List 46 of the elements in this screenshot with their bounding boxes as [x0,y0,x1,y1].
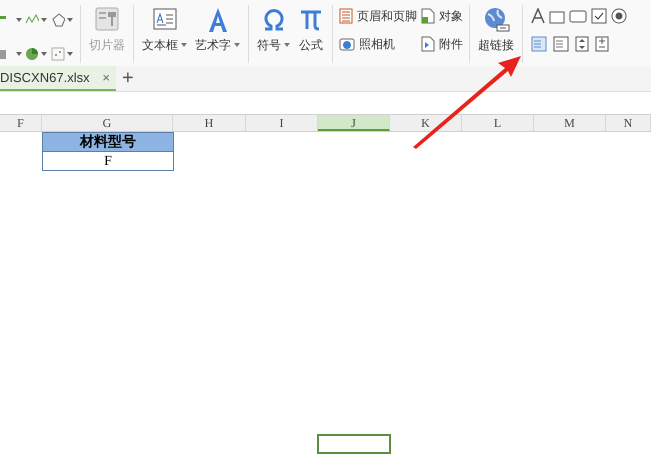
scrollbar-control-icon[interactable] [595,36,609,52]
checkbox-icon[interactable] [591,8,607,24]
label-control-icon[interactable] [531,8,545,24]
ribbon-button[interactable]: 文本框 [138,2,191,66]
radio-icon[interactable] [611,8,627,24]
ribbon-button[interactable]: 公式 [294,2,328,66]
column-header[interactable]: H [173,115,246,131]
selected-cell-outline[interactable] [317,434,391,454]
column-header[interactable]: L [462,115,534,131]
combo-control-icon[interactable] [553,36,569,52]
caret-icon[interactable] [41,18,48,22]
ribbon-button[interactable]: 照相机 [339,34,417,54]
radar-chart-icon[interactable] [50,13,65,27]
document-icon [421,8,435,24]
column-header[interactable]: G [42,115,173,131]
ribbon-button[interactable]: 符号 [253,2,294,66]
new-tab-button[interactable]: + [122,67,134,89]
camera-icon [339,37,355,51]
globe-link-icon [482,6,510,34]
column-header[interactable]: J [318,115,390,131]
column-header[interactable]: M [534,115,606,131]
table-cell: F [42,151,174,171]
spinner-icon[interactable] [575,36,589,52]
ribbon-button[interactable]: 艺术字 [191,2,244,66]
scatter-chart-icon[interactable] [50,47,65,61]
caret-icon[interactable] [41,52,48,56]
sheet-tab[interactable]: DISCXN67.xlsx × [0,66,116,91]
rectangle-icon[interactable] [569,8,587,24]
caret-icon[interactable] [16,52,22,56]
caret-icon[interactable] [66,52,73,56]
document-icon [421,36,435,52]
textbox-icon [152,6,178,32]
caret-icon[interactable] [66,18,73,22]
slicer-icon [94,6,120,32]
page-lines-icon [339,8,353,24]
list-control-icon[interactable] [531,36,547,52]
ribbon-button[interactable]: 附件 [421,34,463,54]
column-header[interactable]: F [0,115,42,131]
tab-label: DISCXN67.xlsx [0,68,90,87]
column-header[interactable]: N [606,115,651,131]
ribbon-button[interactable]: 页眉和页脚 [339,6,417,26]
table-cell: 材料型号 [42,132,174,152]
caret-icon[interactable] [16,18,22,22]
tab-close-button[interactable]: × [102,68,110,88]
pie-chart-icon[interactable] [25,47,40,61]
ribbon-button[interactable]: 对象 [421,6,463,26]
